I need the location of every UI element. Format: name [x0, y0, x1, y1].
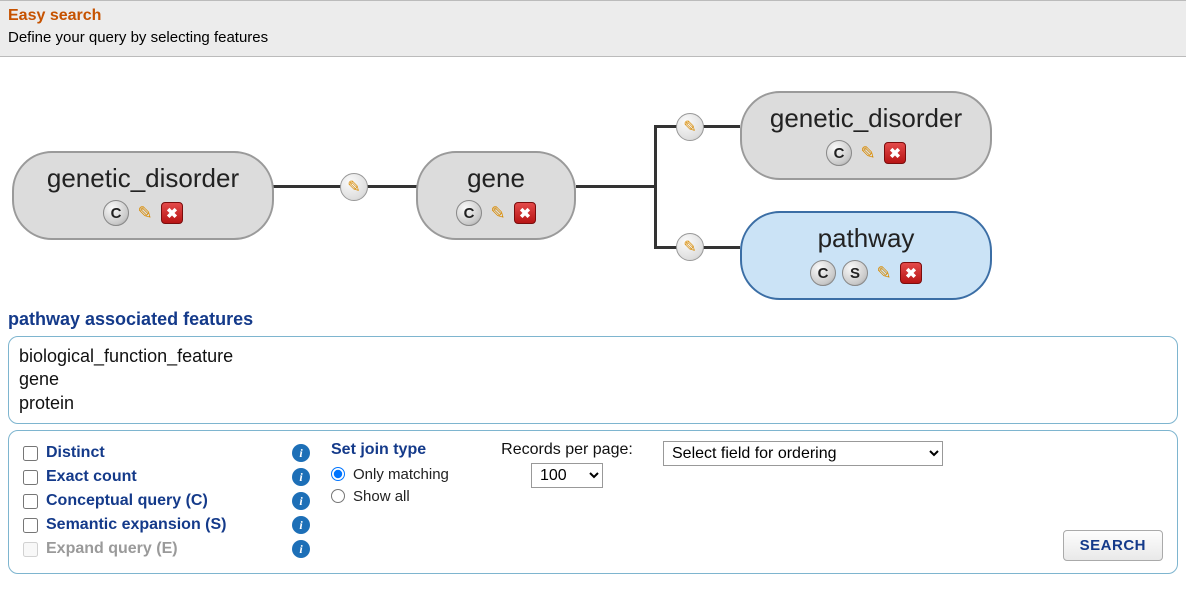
node-label: pathway [760, 223, 972, 254]
node-label: gene [436, 163, 556, 194]
node-genetic-disorder-1[interactable]: genetic_disorder C ✎ ✖ [12, 151, 274, 240]
show-all-radio[interactable] [331, 489, 345, 503]
exactcount-checkbox[interactable] [23, 470, 38, 485]
node-label: genetic_disorder [32, 163, 254, 194]
conceptual-label: Conceptual query (C) [46, 492, 208, 510]
expand-checkbox [23, 542, 38, 557]
distinct-label: Distinct [46, 444, 105, 462]
edge-n2-right [576, 185, 654, 188]
only-matching-label: Only matching [353, 466, 449, 483]
only-matching-radio[interactable] [331, 467, 345, 481]
info-icon[interactable]: i [292, 516, 310, 534]
options-panel: Distinct Exact count Conceptual query (C… [8, 430, 1178, 574]
conceptual-badge-icon: C [456, 200, 482, 226]
delete-icon[interactable]: ✖ [884, 142, 906, 164]
conceptual-checkbox[interactable] [23, 494, 38, 509]
node-toolbar: C S ✎ ✖ [760, 260, 972, 286]
node-gene[interactable]: gene C ✎ ✖ [416, 151, 576, 240]
ordering-select[interactable]: Select field for ordering [663, 441, 943, 466]
edge-edit-n2n3[interactable]: ✎ [676, 113, 704, 141]
semantic-label: Semantic expansion (S) [46, 516, 227, 534]
conceptual-badge-icon: C [810, 260, 836, 286]
pencil-icon[interactable]: ✎ [488, 203, 508, 223]
node-pathway[interactable]: pathway C S ✎ ✖ [740, 211, 992, 300]
semantic-checkbox[interactable] [23, 518, 38, 533]
page-subtitle: Define your query by selecting features [8, 29, 1178, 46]
info-icon[interactable]: i [292, 444, 310, 462]
checkbox-group: Distinct Exact count Conceptual query (C… [23, 441, 271, 561]
pencil-icon[interactable]: ✎ [874, 263, 894, 283]
features-panel: biological_function_feature gene protein [8, 336, 1178, 424]
records-per-page-label: Records per page: [501, 441, 633, 459]
exactcount-label: Exact count [46, 468, 137, 486]
info-icon[interactable]: i [292, 492, 310, 510]
distinct-checkbox[interactable] [23, 446, 38, 461]
page-title: Easy search [8, 7, 1178, 25]
pencil-icon[interactable]: ✎ [135, 203, 155, 223]
search-button[interactable]: SEARCH [1063, 530, 1163, 561]
query-graph: ✎ ✎ ✎ genetic_disorder C ✎ ✖ gene C ✎ ✖ … [0, 57, 1186, 309]
delete-icon[interactable]: ✖ [161, 202, 183, 224]
delete-icon[interactable]: ✖ [514, 202, 536, 224]
show-all-label: Show all [353, 488, 410, 505]
delete-icon[interactable]: ✖ [900, 262, 922, 284]
node-toolbar: C ✎ ✖ [32, 200, 254, 226]
semantic-badge-icon: S [842, 260, 868, 286]
jointype-group: Set join type Only matching Show all [331, 441, 471, 507]
node-genetic-disorder-2[interactable]: genetic_disorder C ✎ ✖ [740, 91, 992, 180]
pencil-icon[interactable]: ✎ [858, 143, 878, 163]
conceptual-badge-icon: C [826, 140, 852, 166]
edge-edit-n2n4[interactable]: ✎ [676, 233, 704, 261]
feature-option[interactable]: gene [19, 368, 1167, 391]
feature-option[interactable]: biological_function_feature [19, 345, 1167, 368]
records-per-page-group: Records per page: 100 [487, 441, 647, 488]
feature-option[interactable]: protein [19, 392, 1167, 415]
edge-edit-n1n2[interactable]: ✎ [340, 173, 368, 201]
info-column: i i i i i [287, 441, 315, 561]
records-per-page-select[interactable]: 100 [531, 463, 603, 488]
info-icon[interactable]: i [292, 468, 310, 486]
info-icon[interactable]: i [292, 540, 310, 558]
features-section-title: pathway associated features [0, 309, 1186, 334]
ordering-group: Select field for ordering [663, 441, 943, 466]
expand-label: Expand query (E) [46, 540, 178, 558]
node-label: genetic_disorder [760, 103, 972, 134]
node-toolbar: C ✎ ✖ [436, 200, 556, 226]
edge-branch-vertical [654, 125, 657, 249]
jointype-title: Set join type [331, 441, 471, 459]
node-toolbar: C ✎ ✖ [760, 140, 972, 166]
conceptual-badge-icon: C [103, 200, 129, 226]
header-bar: Easy search Define your query by selecti… [0, 0, 1186, 57]
